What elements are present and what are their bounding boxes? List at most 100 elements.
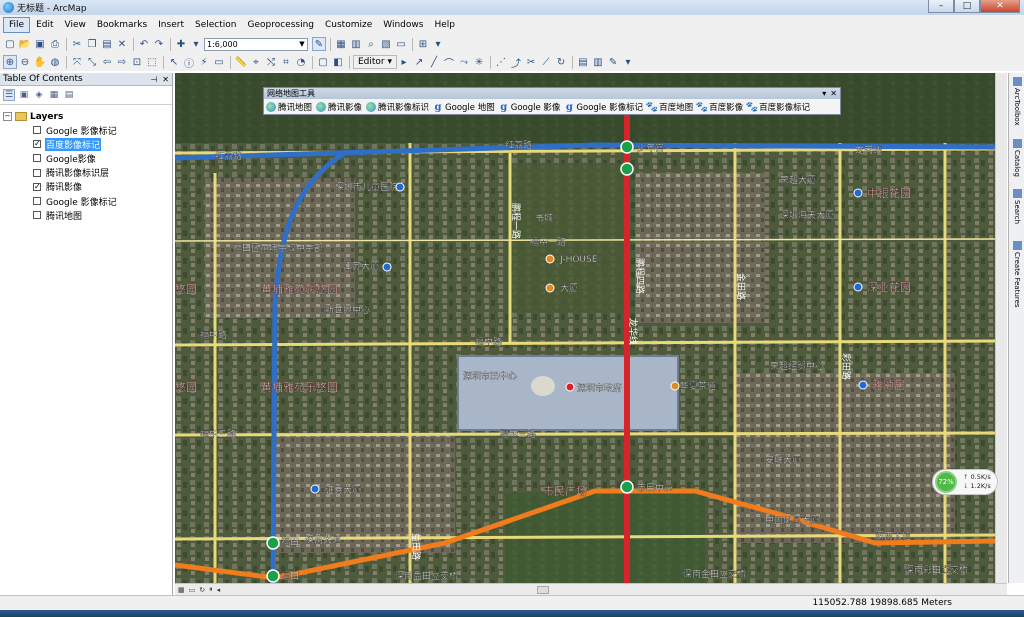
redo-icon[interactable]: ↷ [152,37,166,51]
hyperlink-icon[interactable]: ⚡ [197,55,211,69]
map-vertical-scrollbar[interactable] [995,73,1007,583]
model-builder-icon[interactable]: ⊞ [416,37,430,51]
menu-edit[interactable]: Edit [31,18,58,32]
web-map-button[interactable]: 🐾 百度影像标记 [746,101,810,114]
edit-annotation-icon[interactable]: ↗ [412,55,426,69]
toolbar-options-icon[interactable]: ▾ [621,55,635,69]
tab-create-features[interactable]: Create Features [1011,241,1023,308]
zoom-in-icon[interactable]: ⊕ [3,55,17,69]
data-view-icon[interactable]: ▦ [178,586,185,594]
select-features-icon[interactable]: ⬚ [145,55,159,69]
copy-icon[interactable]: ❐ [85,37,99,51]
scroll-left-icon[interactable]: ◂ [217,586,221,594]
arctoolbox-icon[interactable]: ▧ [379,37,393,51]
layer-label[interactable]: 腾讯影像标识层 [45,166,110,179]
layer-row[interactable]: ✓ 百度影像标记 [0,137,172,151]
layer-row[interactable]: 腾讯地图 [0,208,172,222]
layer-visibility-checkbox[interactable]: ✓ [33,140,41,149]
layer-visibility-checkbox[interactable]: ✓ [33,182,41,191]
split-icon[interactable]: ⟋ [539,55,553,69]
layer-label[interactable]: Google 影像标记 [45,124,118,137]
web-map-button[interactable]: 🐾 百度影像 [696,101,743,114]
layer-row[interactable]: Google 影像标记 [0,194,172,208]
web-map-button[interactable]: 🐾 百度地图 [646,101,693,114]
layer-visibility-checkbox[interactable] [33,197,41,206]
tab-catalog[interactable]: Catalog [1011,139,1023,177]
menu-view[interactable]: View [60,18,91,32]
map-horizontal-scroll-thumb[interactable] [537,586,549,594]
fixed-zoom-out-icon[interactable]: ⤡ [85,55,99,69]
menu-selection[interactable]: Selection [190,18,241,32]
menu-insert[interactable]: Insert [153,18,189,32]
close-button[interactable]: ✕ [980,0,1020,13]
cut-polygons-icon[interactable]: ✂ [524,55,538,69]
forward-extent-icon[interactable]: ⇨ [115,55,129,69]
layer-label[interactable]: 百度影像标记 [45,137,102,151]
list-by-drawing-order-icon[interactable]: ☰ [3,89,15,101]
full-extent-icon[interactable]: ◍ [48,55,62,69]
attributes-icon[interactable]: ▤ [576,55,590,69]
list-by-visibility-icon[interactable]: ◈ [33,89,45,101]
identify-icon[interactable]: ⓘ [182,55,196,70]
undo-icon[interactable]: ↶ [137,37,151,51]
zoom-out-icon[interactable]: ⊖ [18,55,32,69]
layer-row[interactable]: Google影像 [0,151,172,165]
catalog-window-icon[interactable]: ▥ [349,37,363,51]
layer-row[interactable]: Google 影像标记 [0,123,172,137]
layer-visibility-checkbox[interactable] [33,168,41,177]
measure-icon[interactable]: 📏 [234,55,248,69]
web-map-button[interactable]: 腾讯地图 [266,101,312,113]
layer-visibility-checkbox[interactable] [33,126,41,135]
network-speed-widget[interactable]: 72% ↑ 0.5K/s ↓ 1.2K/s [932,469,998,495]
minimize-button[interactable]: – [928,0,954,13]
layer-label[interactable]: 腾讯地图 [45,209,83,222]
menu-help[interactable]: Help [429,18,460,32]
list-by-source-icon[interactable]: ▣ [18,89,30,101]
web-map-button[interactable]: g Google 影像标记 [564,101,643,114]
menu-customize[interactable]: Customize [320,18,377,32]
tab-arctoolbox[interactable]: ArcToolbox [1011,77,1023,126]
pin-icon[interactable]: ⊣ [150,75,157,84]
refresh-icon[interactable]: ↻ [199,586,205,594]
rotate-icon[interactable]: ↻ [554,55,568,69]
delete-icon[interactable]: ✕ [115,37,129,51]
pan-icon[interactable]: ✋ [33,55,47,69]
new-document-icon[interactable]: ▢ [3,37,17,51]
layer-label[interactable]: Google影像 [45,152,97,165]
toolbar-options-icon[interactable]: ▾ [431,37,445,51]
create-viewer-icon[interactable]: ▢ [316,55,330,69]
tab-search[interactable]: Search [1011,189,1023,224]
end-point-arc-icon[interactable]: ⌒ [442,55,456,70]
web-map-button[interactable]: g Google 影像 [499,101,560,114]
create-features-icon[interactable]: ✎ [606,55,620,69]
editor-menu-button[interactable]: Editor ▾ [353,55,398,69]
map-scale-combobox[interactable]: 1:6,000 ▼ [204,37,308,51]
table-of-contents-icon[interactable]: ▦ [334,37,348,51]
edit-tool-icon[interactable]: ▸ [397,55,411,69]
web-map-button[interactable]: 腾讯影像标识 [366,101,429,113]
python-window-icon[interactable]: ▭ [394,37,408,51]
menu-bookmarks[interactable]: Bookmarks [92,18,152,32]
trace-icon[interactable]: ⤳ [457,55,471,69]
paste-icon[interactable]: ▤ [100,37,114,51]
swipe-icon[interactable]: ◧ [331,55,345,69]
web-map-button[interactable]: 腾讯影像 [316,101,362,113]
menu-windows[interactable]: Windows [378,18,428,32]
map-view[interactable]: 红荔路 红荔路 龙岗线 少年宫 深圳市儿童医院 福田区黄埔学校中学部 江苏大厦 … [175,73,995,583]
layer-visibility-checkbox[interactable] [33,211,41,220]
dropdown-icon[interactable]: ▾ [822,89,826,98]
layer-visibility-checkbox[interactable] [33,154,41,163]
search-window-icon[interactable]: ⌕ [364,37,378,51]
reshape-icon[interactable]: ⤴ [509,55,523,70]
chevron-down-icon[interactable]: ▼ [297,40,307,48]
point-icon[interactable]: ✳ [472,55,486,69]
menu-file[interactable]: File [3,17,31,33]
select-elements-icon[interactable]: ↖ [167,55,181,69]
map-canvas[interactable]: 红荔路 红荔路 龙岗线 少年宫 深圳市儿童医院 福田区黄埔学校中学部 江苏大厦 … [175,73,995,583]
straight-segment-icon[interactable]: ╱ [427,55,441,69]
layers-group[interactable]: − Layers [0,110,172,123]
close-icon[interactable]: ✕ [830,89,837,98]
open-icon[interactable]: 📂 [18,37,32,51]
layout-view-icon[interactable]: ▭ [189,586,196,594]
maximize-button[interactable]: □ [954,0,980,13]
